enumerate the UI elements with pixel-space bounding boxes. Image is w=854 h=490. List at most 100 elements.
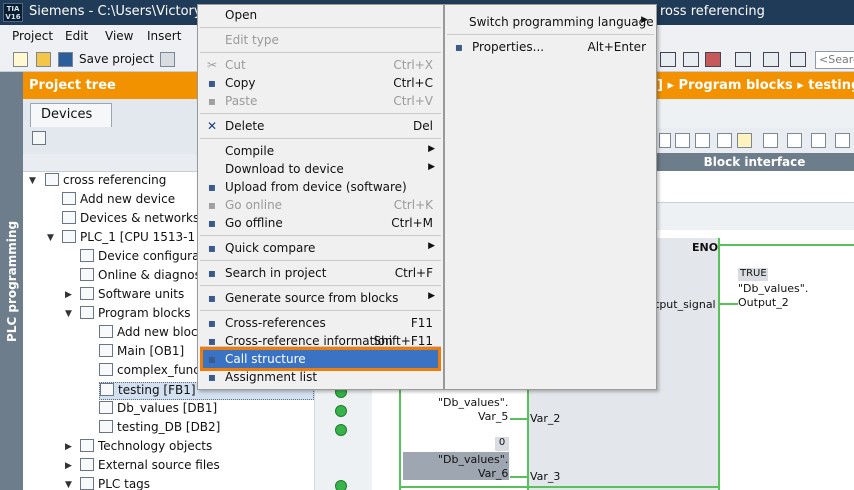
menu-item-shortcut: F11 bbox=[410, 316, 433, 330]
collapse-arrow-icon[interactable]: ▼ bbox=[65, 480, 72, 490]
menu-separator bbox=[200, 52, 441, 53]
tia-portal-logo: TIA V16 bbox=[3, 3, 23, 22]
close-x-icon[interactable] bbox=[735, 52, 751, 67]
menu-item-cross-references[interactable]: ▪ Cross-references F11 bbox=[200, 314, 441, 332]
submenu-item-properties[interactable]: ▪ Properties... Alt+Enter bbox=[447, 38, 654, 56]
menu-project[interactable]: Project bbox=[12, 29, 53, 43]
menu-separator bbox=[200, 113, 441, 114]
db-values-operand[interactable]: "Db_values". bbox=[438, 453, 508, 466]
menu-item-label: Copy bbox=[225, 76, 256, 90]
var-3-pin: Var_3 bbox=[530, 470, 561, 483]
split-vertical-icon[interactable] bbox=[790, 52, 806, 67]
menu-item-edit-type[interactable]: Edit type bbox=[200, 31, 441, 49]
tree-item-icon bbox=[80, 458, 94, 471]
menu-insert[interactable]: Insert bbox=[147, 29, 181, 43]
save-project-button[interactable]: Save project bbox=[79, 52, 154, 66]
value-zero: 0 bbox=[495, 437, 509, 451]
status-ok-icon bbox=[335, 405, 347, 417]
split-horizontal-icon[interactable] bbox=[763, 52, 779, 67]
toolbar-block-icon[interactable] bbox=[683, 52, 699, 67]
editor-tool-icon[interactable] bbox=[763, 133, 778, 148]
tree-item[interactable]: testing_DB [DB2] bbox=[99, 420, 314, 438]
menu-item-shortcut: Alt+Enter bbox=[587, 40, 646, 54]
tree-item-label: complex_funct bbox=[117, 363, 205, 377]
eno-wire bbox=[720, 244, 854, 246]
menu-separator bbox=[200, 310, 441, 311]
breadcrumb-text[interactable]: ] ▸ Program blocks ▸ testing bbox=[657, 78, 854, 93]
collapse-arrow-icon[interactable]: ▼ bbox=[29, 176, 36, 186]
block-interface-header[interactable]: Block interface bbox=[655, 153, 854, 171]
menu-item-generate-source-from-blocks[interactable]: ▪ Generate source from blocks ▶ bbox=[200, 289, 441, 307]
favorites-icon[interactable] bbox=[737, 133, 752, 148]
status-ok-icon bbox=[335, 480, 347, 490]
tree-item-label: External source files bbox=[98, 458, 220, 472]
editor-tool-icon[interactable] bbox=[787, 133, 802, 148]
tree-item[interactable]: External source files bbox=[80, 458, 314, 476]
menu-item-quick-compare[interactable]: ▪ Quick compare ▶ bbox=[200, 239, 441, 257]
search-icon: ▪ bbox=[207, 266, 217, 280]
tree-item-icon bbox=[80, 439, 94, 452]
editor-tool-icon[interactable] bbox=[695, 133, 710, 148]
print-icon[interactable] bbox=[160, 52, 175, 67]
download-arrow-icon[interactable] bbox=[659, 133, 671, 148]
editor-tool-icon[interactable] bbox=[835, 133, 850, 148]
menu-item-delete[interactable]: ✕ Delete Del bbox=[200, 117, 441, 135]
menu-item-copy[interactable]: ▪ Copy Ctrl+C bbox=[200, 74, 441, 92]
menu-item-go-online[interactable]: ▪ Go online Ctrl+K bbox=[200, 196, 441, 214]
output-2-operand[interactable]: Output_2 bbox=[738, 296, 789, 309]
tree-item-label: Add new block bbox=[117, 325, 205, 339]
tree-item-label: Technology objects bbox=[98, 439, 213, 453]
var-6-operand[interactable]: Var_6 bbox=[478, 467, 508, 480]
tree-item[interactable]: PLC tags bbox=[80, 477, 314, 490]
menu-item-cut[interactable]: ✂ Cut Ctrl+X bbox=[200, 56, 441, 74]
tree-item-icon bbox=[62, 192, 76, 205]
save-project-icon[interactable] bbox=[58, 52, 73, 67]
menu-item-upload-from-device-software[interactable]: ▪ Upload from device (software) bbox=[200, 178, 441, 196]
var-5-operand[interactable]: Var_5 bbox=[478, 410, 508, 423]
menu-item-label: Properties... bbox=[472, 40, 545, 54]
menu-separator bbox=[200, 138, 441, 139]
menu-edit[interactable]: Edit bbox=[65, 29, 88, 43]
cross-reference-icon: ▪ bbox=[207, 316, 217, 330]
menu-item-go-offline[interactable]: ▪ Go offline Ctrl+M bbox=[200, 214, 441, 232]
expand-arrow-icon[interactable]: ▶ bbox=[65, 461, 72, 471]
paste-icon: ▪ bbox=[207, 94, 217, 108]
editor-tool-icon[interactable] bbox=[675, 133, 690, 148]
plc-programming-sidetab[interactable]: PLC programming bbox=[0, 72, 23, 490]
expand-arrow-icon[interactable]: ▶ bbox=[65, 290, 72, 300]
collapse-arrow-icon[interactable]: ▼ bbox=[65, 309, 72, 319]
tree-item-icon bbox=[80, 268, 94, 281]
tree-item[interactable]: Db_values [DB1] bbox=[99, 401, 314, 419]
tree-options-icon[interactable] bbox=[32, 131, 46, 145]
menu-separator bbox=[447, 34, 654, 35]
editor-tool-icon[interactable] bbox=[811, 133, 826, 148]
menu-separator bbox=[200, 285, 441, 286]
tree-item-icon bbox=[45, 173, 59, 186]
menu-item-open[interactable]: Open bbox=[200, 6, 441, 24]
menu-item-paste[interactable]: ▪ Paste Ctrl+V bbox=[200, 92, 441, 110]
menu-item-label: Cross-references bbox=[225, 316, 326, 330]
search-input[interactable]: <Search bbox=[815, 51, 854, 69]
tree-item-label: Program blocks bbox=[98, 306, 191, 320]
submenu-item-switch-programming-language[interactable]: Switch programming language ▶ bbox=[447, 13, 654, 31]
expand-arrow-icon[interactable]: ▶ bbox=[65, 442, 72, 452]
db-values-operand[interactable]: "Db_values". bbox=[738, 282, 808, 295]
tree-item[interactable]: Technology objects bbox=[80, 439, 314, 457]
assignment-list-icon: ▪ bbox=[207, 370, 217, 384]
submenu-arrow-icon: ▶ bbox=[428, 241, 435, 251]
toolbar-block-icon[interactable] bbox=[660, 52, 676, 67]
open-project-icon[interactable] bbox=[36, 52, 51, 67]
new-project-icon[interactable] bbox=[13, 52, 28, 67]
block-interface-panel bbox=[655, 171, 854, 203]
menu-separator bbox=[200, 260, 441, 261]
toolbar-block-icon[interactable] bbox=[705, 52, 721, 67]
db-values-operand[interactable]: "Db_values". bbox=[438, 396, 508, 409]
menu-item-label: Quick compare bbox=[225, 241, 316, 255]
menu-item-compile[interactable]: Compile ▶ bbox=[200, 142, 441, 160]
menu-view[interactable]: View bbox=[105, 29, 133, 43]
menu-item-download-to-device[interactable]: Download to device ▶ bbox=[200, 160, 441, 178]
collapse-arrow-icon[interactable]: ▼ bbox=[47, 233, 54, 243]
tab-devices[interactable]: Devices bbox=[30, 103, 112, 127]
list-view-icon[interactable] bbox=[717, 133, 732, 148]
menu-item-search-in-project[interactable]: ▪ Search in project Ctrl+F bbox=[200, 264, 441, 282]
